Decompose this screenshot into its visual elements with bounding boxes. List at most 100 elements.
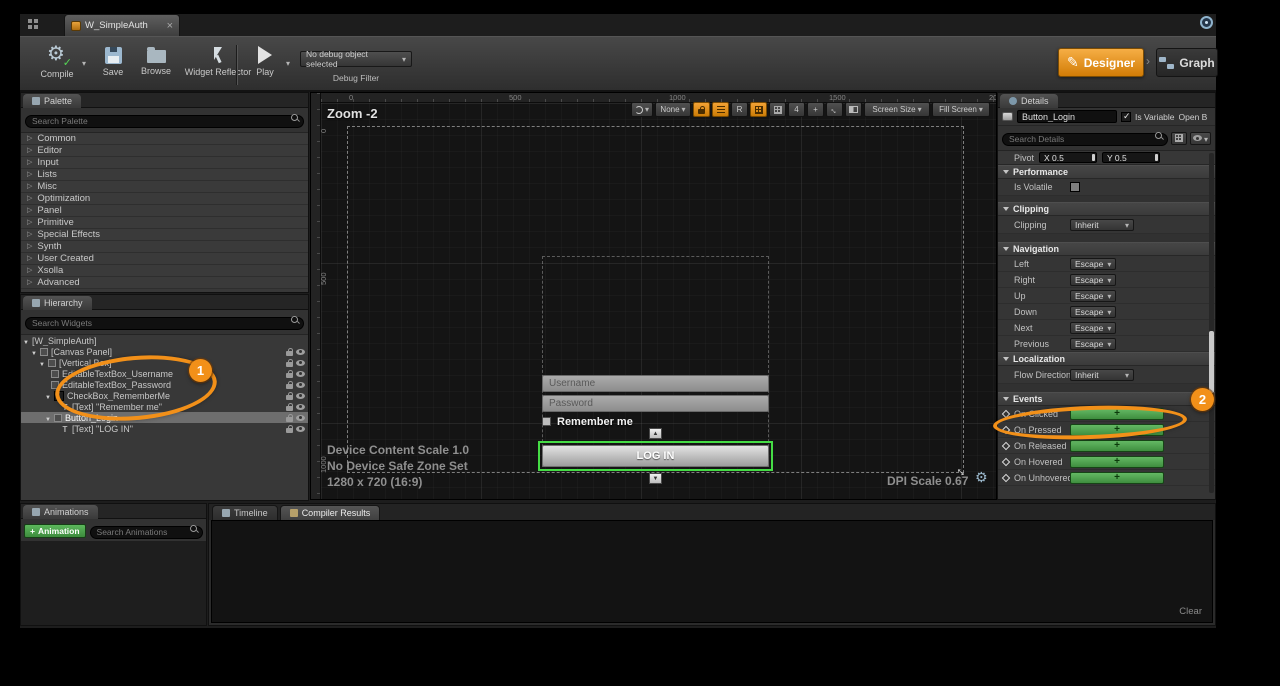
preview-remember-me[interactable]: Remember me xyxy=(542,415,633,428)
palette-category[interactable]: Special Effects xyxy=(21,229,308,241)
compiler-results-log[interactable]: Clear xyxy=(211,520,1213,623)
pivot-x-field[interactable]: X 0.5 xyxy=(1039,152,1097,163)
palette-category[interactable]: Primitive xyxy=(21,217,308,229)
add-on-unhovered-button[interactable]: + xyxy=(1070,472,1164,484)
nav-dropdown[interactable]: Escape xyxy=(1070,306,1116,318)
grid-toggle-button[interactable] xyxy=(769,102,786,117)
details-tab[interactable]: Details xyxy=(1000,94,1058,108)
hierarchy-row[interactable]: [W_SimpleAuth] xyxy=(21,335,308,346)
snap-size-button[interactable]: 4 xyxy=(788,102,805,117)
nav-dropdown[interactable]: Escape xyxy=(1070,258,1116,270)
apps-grid-icon[interactable] xyxy=(28,19,38,29)
anchor-dropdown[interactable]: None xyxy=(655,102,691,117)
grid-snap-button[interactable] xyxy=(750,102,767,117)
lock-icon[interactable] xyxy=(286,395,293,400)
lock-icon[interactable] xyxy=(286,406,293,411)
scrollbar-thumb[interactable] xyxy=(1209,331,1214,393)
is-volatile-checkbox[interactable] xyxy=(1070,182,1080,192)
designer-mode-button[interactable]: Designer xyxy=(1058,48,1144,77)
debug-object-dropdown[interactable]: No debug object selected xyxy=(300,51,412,67)
resize-handle-bottom[interactable]: ▼ xyxy=(649,473,662,484)
tab-timeline[interactable]: Timeline xyxy=(212,505,278,520)
expander-icon[interactable] xyxy=(31,347,37,357)
open-binding-link[interactable]: Open B xyxy=(1179,112,1209,122)
animations-list[interactable] xyxy=(21,541,206,625)
details-search-input[interactable] xyxy=(1002,133,1168,146)
play-button[interactable]: Play xyxy=(246,44,284,77)
expander-icon[interactable] xyxy=(45,413,51,423)
palette-category[interactable]: Panel xyxy=(21,205,308,217)
expander-icon[interactable] xyxy=(39,358,45,368)
resize-handle-top[interactable]: ▲ xyxy=(649,428,662,439)
compile-options-chevron-icon[interactable] xyxy=(82,53,86,71)
palette-search-input[interactable] xyxy=(25,115,304,128)
play-options-chevron-icon[interactable] xyxy=(286,53,290,71)
scale-mode-button[interactable]: ↔ xyxy=(826,102,843,117)
palette-category[interactable]: User Created xyxy=(21,253,308,265)
visibility-eye-icon[interactable] xyxy=(296,393,305,399)
tab-compiler-results[interactable]: Compiler Results xyxy=(280,505,381,520)
hierarchy-row[interactable]: [Text] "LOG IN" xyxy=(21,423,308,434)
palette-category[interactable]: Optimization xyxy=(21,193,308,205)
visibility-eye-icon[interactable] xyxy=(296,349,305,355)
compass-icon[interactable] xyxy=(1200,16,1213,29)
display-filter-button[interactable] xyxy=(1190,132,1211,145)
visibility-eye-icon[interactable] xyxy=(296,426,305,432)
palette-category[interactable]: Misc xyxy=(21,181,308,193)
visibility-eye-icon[interactable] xyxy=(296,371,305,377)
flip-preview-button[interactable] xyxy=(845,102,862,117)
lock-icon[interactable] xyxy=(286,373,293,378)
add-animation-button[interactable]: +Animation xyxy=(24,524,86,538)
translate-mode-button[interactable]: + xyxy=(807,102,824,117)
visibility-eye-icon[interactable] xyxy=(296,415,305,421)
outline-toggle-button[interactable] xyxy=(712,102,729,117)
section-events[interactable]: Events xyxy=(998,392,1215,406)
palette-tab[interactable]: Palette xyxy=(23,94,81,108)
property-matrix-button[interactable] xyxy=(1171,132,1187,145)
screen-size-dropdown[interactable]: Screen Size xyxy=(864,102,930,117)
asset-tab[interactable]: W_SimpleAuth xyxy=(64,14,180,36)
preview-username-field[interactable]: Username xyxy=(542,375,769,392)
fill-screen-dropdown[interactable]: Fill Screen xyxy=(932,102,990,117)
palette-category[interactable]: Common xyxy=(21,133,308,145)
close-icon[interactable] xyxy=(167,21,173,31)
visibility-eye-icon[interactable] xyxy=(296,360,305,366)
collapse-arrow-icon[interactable] xyxy=(27,276,32,289)
pivot-row[interactable]: Pivot X 0.5 Y 0.5 xyxy=(998,151,1215,165)
palette-category[interactable]: Xsolla xyxy=(21,265,308,277)
widget-reflector-button[interactable]: Widget Reflector xyxy=(180,44,256,77)
palette-category[interactable]: Input xyxy=(21,157,308,169)
section-performance[interactable]: Performance xyxy=(998,165,1215,179)
lock-icon[interactable] xyxy=(286,362,293,367)
flow-direction-dropdown[interactable]: Inherit xyxy=(1070,369,1134,381)
lock-icon[interactable] xyxy=(286,384,293,389)
animations-search-input[interactable] xyxy=(90,526,203,539)
visibility-eye-icon[interactable] xyxy=(296,404,305,410)
details-scrollbar[interactable] xyxy=(1209,153,1214,493)
nav-dropdown[interactable]: Escape xyxy=(1070,338,1116,350)
compile-button[interactable]: Compile xyxy=(32,44,82,79)
palette-category[interactable]: Lists xyxy=(21,169,308,181)
is-variable-checkbox[interactable] xyxy=(1121,112,1131,122)
add-on-hovered-button[interactable]: + xyxy=(1070,456,1164,468)
expander-icon[interactable] xyxy=(23,336,29,346)
graph-mode-button[interactable]: Graph xyxy=(1156,48,1218,77)
hierarchy-tab[interactable]: Hierarchy xyxy=(23,296,92,310)
nav-dropdown[interactable]: Escape xyxy=(1070,322,1116,334)
save-button[interactable]: Save xyxy=(94,44,132,77)
add-on-released-button[interactable]: + xyxy=(1070,440,1164,452)
hierarchy-search-input[interactable] xyxy=(25,317,304,330)
lock-widget-button[interactable] xyxy=(693,102,710,117)
clear-log-button[interactable]: Clear xyxy=(1179,606,1202,617)
lock-icon[interactable] xyxy=(286,351,293,356)
animations-tab[interactable]: Animations xyxy=(23,505,98,519)
rotation-mode-button[interactable]: R xyxy=(731,102,748,117)
nav-dropdown[interactable]: Escape xyxy=(1070,274,1116,286)
widget-name-input[interactable] xyxy=(1017,110,1117,123)
section-clipping[interactable]: Clipping xyxy=(998,202,1215,216)
lock-icon[interactable] xyxy=(286,417,293,422)
pivot-y-field[interactable]: Y 0.5 xyxy=(1102,152,1160,163)
expander-icon[interactable] xyxy=(45,391,51,401)
browse-button[interactable]: Browse xyxy=(134,44,178,76)
palette-category[interactable]: Editor xyxy=(21,145,308,157)
